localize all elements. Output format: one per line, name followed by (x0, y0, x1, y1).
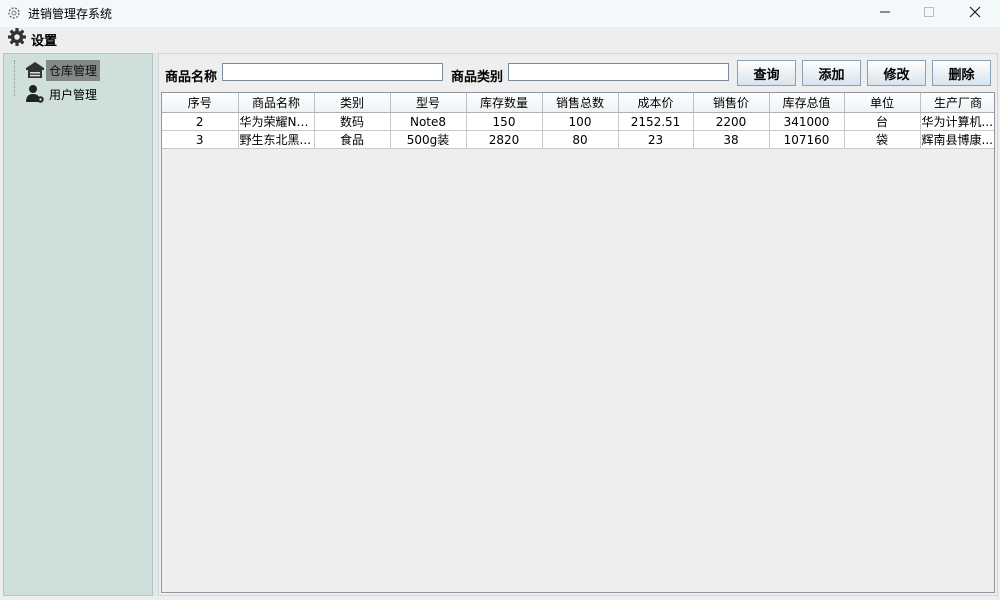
main-panel: 商品名称 商品类别 查询 添加 修改 删除 序号 商品名称 类别 型号 库存数量… (158, 53, 998, 596)
window-title: 进销管理存系统 (28, 7, 113, 21)
warehouse-icon (24, 59, 46, 81)
edit-button[interactable]: 修改 (867, 60, 926, 86)
close-icon (969, 6, 981, 21)
column-header[interactable]: 成本价 (618, 93, 694, 113)
tree-item-users[interactable]: 用户管理 (24, 83, 100, 105)
table-row[interactable]: 2 华为荣耀No... 数码 Note8 150 100 2152.51 220… (162, 112, 994, 131)
column-header[interactable]: 生产厂商 (920, 93, 994, 113)
minimize-button[interactable] (862, 0, 908, 27)
minimize-icon (879, 6, 891, 21)
table-cell[interactable]: 341000 (769, 112, 845, 131)
column-header[interactable]: 销售价 (693, 93, 770, 113)
product-name-input[interactable] (222, 63, 443, 81)
table-cell[interactable]: 辉南县博康... (920, 130, 994, 149)
table-cell[interactable]: 23 (618, 130, 694, 149)
table-cell[interactable]: 台 (844, 112, 921, 131)
tree-item-label: 仓库管理 (46, 59, 101, 81)
table-cell[interactable]: 2 (162, 112, 239, 131)
column-header[interactable]: 型号 (390, 93, 467, 113)
table-cell[interactable]: 150 (466, 112, 543, 131)
search-toolbar: 商品名称 商品类别 查询 添加 修改 删除 (159, 54, 999, 90)
delete-button[interactable]: 删除 (932, 60, 991, 86)
table-cell[interactable]: 2152.51 (618, 112, 694, 131)
tree-item-warehouse[interactable]: 仓库管理 (24, 59, 101, 81)
tree-connector-line (14, 60, 16, 96)
table-header-row: 序号 商品名称 类别 型号 库存数量 销售总数 成本价 销售价 库存总值 单位 … (162, 93, 994, 113)
table-row[interactable]: 3 野生东北黑... 食品 500g装 2820 80 23 38 107160… (162, 130, 994, 149)
table-cell[interactable]: 3 (162, 130, 239, 149)
tree-item-label: 用户管理 (49, 87, 98, 102)
maximize-button[interactable] (906, 0, 952, 27)
product-table[interactable]: 序号 商品名称 类别 型号 库存数量 销售总数 成本价 销售价 库存总值 单位 … (161, 92, 995, 593)
table-cell[interactable]: 107160 (769, 130, 845, 149)
table-cell[interactable]: 食品 (314, 130, 391, 149)
maximize-icon (923, 6, 935, 21)
table-cell[interactable]: 华为荣耀No... (238, 112, 315, 131)
product-name-label: 商品名称 (165, 70, 218, 85)
column-header[interactable]: 商品名称 (238, 93, 315, 113)
app-gear-icon (6, 5, 22, 21)
table-cell[interactable]: 数码 (314, 112, 391, 131)
table-cell[interactable]: Note8 (390, 112, 467, 131)
product-category-label: 商品类别 (451, 70, 504, 85)
column-header[interactable]: 序号 (162, 93, 239, 113)
column-header[interactable]: 类别 (314, 93, 391, 113)
table-cell[interactable]: 2820 (466, 130, 543, 149)
table-cell[interactable]: 袋 (844, 130, 921, 149)
app-window: 进销管理存系统 设置 仓库管理 用户管理 商品名称 商品类别 查询 添加 修改 … (0, 0, 1000, 600)
title-bar: 进销管理存系统 (0, 0, 1000, 28)
navigation-tree: 仓库管理 用户管理 (3, 53, 153, 596)
column-header[interactable]: 库存总值 (769, 93, 845, 113)
column-header[interactable]: 库存数量 (466, 93, 543, 113)
column-header[interactable]: 销售总数 (542, 93, 619, 113)
table-cell[interactable]: 38 (693, 130, 770, 149)
table-cell[interactable]: 500g装 (390, 130, 467, 149)
settings-menu[interactable]: 设置 (7, 28, 57, 50)
table-cell[interactable]: 80 (542, 130, 619, 149)
add-button[interactable]: 添加 (802, 60, 861, 86)
table-cell[interactable]: 2200 (693, 112, 770, 131)
table-cell[interactable]: 100 (542, 112, 619, 131)
product-category-input[interactable] (508, 63, 729, 81)
query-button[interactable]: 查询 (737, 60, 796, 86)
menu-bar: 设置 (0, 27, 1000, 52)
table-cell[interactable]: 华为计算机... (920, 112, 994, 131)
settings-menu-label: 设置 (31, 33, 58, 49)
gear-icon (7, 27, 27, 51)
table-cell[interactable]: 野生东北黑... (238, 130, 315, 149)
column-header[interactable]: 单位 (844, 93, 921, 113)
close-button[interactable] (952, 0, 998, 27)
user-settings-icon (24, 83, 46, 105)
